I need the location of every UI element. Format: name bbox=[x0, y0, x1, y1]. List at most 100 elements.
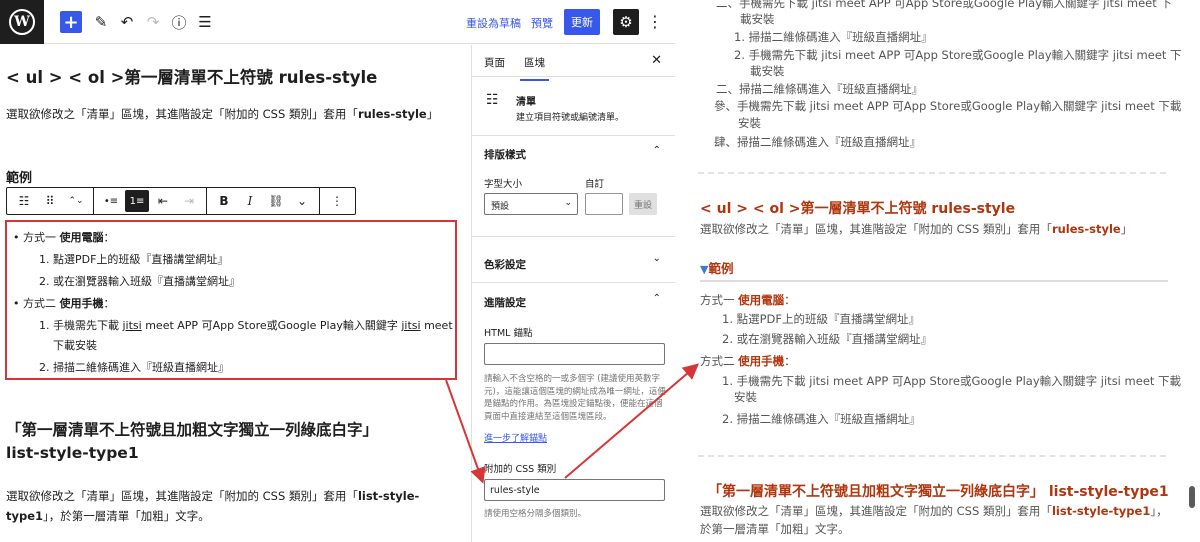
paragraph-bold-text: rules-style bbox=[357, 107, 427, 121]
preview-text: ： bbox=[784, 293, 796, 307]
html-anchor-label: HTML 錨點 bbox=[484, 328, 533, 339]
spoiler-underline bbox=[700, 280, 1168, 282]
list-item-colon: ： bbox=[103, 231, 115, 244]
undo-icon[interactable]: ↶ bbox=[116, 11, 138, 33]
tab-block[interactable]: 區塊 bbox=[520, 55, 549, 81]
list-item-text: meet bbox=[420, 319, 453, 332]
preview-highlight: rules-style bbox=[1051, 222, 1121, 236]
pen-icon[interactable]: ✎ bbox=[90, 11, 112, 33]
preview-scrollbar[interactable] bbox=[1189, 486, 1195, 508]
preview-paragraph-text: 於第一層清單「加粗」文字。 bbox=[700, 522, 850, 536]
drag-handle-icon[interactable]: ⠿ bbox=[38, 190, 62, 212]
list-item-text: meet APP 可App Store或Google Play輸入關鍵字 bbox=[141, 319, 402, 332]
list-item-bold: 使用電腦 bbox=[59, 231, 104, 244]
chevron-down-icon[interactable]: ⌄ bbox=[653, 253, 661, 264]
css-class-input[interactable]: rules-style bbox=[484, 479, 665, 501]
preview-paragraph-text: 選取欲修改之「清單」區塊，其進階設定「附加的 CSS 類別」套用「 bbox=[700, 222, 1052, 236]
preview-list-item: 方式二 使用手機： bbox=[700, 352, 796, 370]
list-item-text: • 方式二 bbox=[13, 297, 60, 310]
reset-font-size-button[interactable]: 重設 bbox=[629, 193, 657, 215]
preview-paragraph-end: 」 bbox=[1120, 222, 1133, 236]
paragraph-bold-text: list-style- bbox=[357, 489, 420, 503]
add-block-button[interactable]: + bbox=[60, 11, 82, 33]
preview-list-item: 參、手機需先下載 jitsi meet APP 可App Store或Googl… bbox=[714, 99, 1182, 113]
css-class-help: 請使用空格分隔多個類別。 bbox=[484, 509, 587, 519]
frontend-preview: 二、手機需先下載 jitsi meet APP 可App Store或Googl… bbox=[676, 0, 1200, 542]
list-block-icon[interactable]: ☷ bbox=[12, 190, 36, 212]
editor-canvas: < ul > < ol >第一層清單不上符號 rules-style 選取欲修改… bbox=[0, 45, 470, 542]
options-more-icon[interactable]: ⋮ bbox=[647, 12, 663, 31]
sidebar-tabs: 頁面 區塊 ✕ bbox=[472, 45, 675, 81]
advanced-panel-toggle[interactable]: 進階設定 bbox=[484, 295, 526, 310]
heading-list-style-type1-line2[interactable]: list-style-type1 bbox=[6, 444, 139, 462]
block-toolbar-group-list: •≡ 1≡ ⇤ ⇥ bbox=[94, 188, 207, 214]
custom-font-size-input[interactable] bbox=[585, 193, 623, 215]
preview-spoiler-toggle[interactable]: ▼範例 bbox=[700, 258, 733, 277]
preview-list-item: 安裝 bbox=[734, 390, 757, 404]
typography-panel-toggle[interactable]: 排版樣式 bbox=[484, 147, 526, 162]
unordered-list-icon[interactable]: •≡ bbox=[99, 190, 123, 212]
custom-size-label: 自訂 bbox=[585, 179, 605, 190]
list-item[interactable]: 1. 點選PDF上的班級『直播講堂網址』 bbox=[39, 250, 228, 270]
chevron-down-icon: ⌄ bbox=[564, 198, 572, 208]
preview-list-item: 2. 掃描二維條碼進入『班級直播網址』 bbox=[722, 412, 921, 426]
list-view-icon[interactable]: ☰ bbox=[194, 11, 216, 33]
bold-button[interactable]: B bbox=[212, 190, 236, 212]
wordpress-logo-button[interactable]: W bbox=[0, 0, 44, 44]
editor-top-bar: W + ✎ ↶ ↷ ⓘ ☰ 重設為草稿 預覽 更新 ⚙ ⋮ bbox=[0, 0, 675, 44]
block-options-icon[interactable]: ⋮ bbox=[325, 190, 349, 212]
italic-button[interactable]: I bbox=[238, 190, 262, 212]
chevron-up-icon[interactable]: ⌃ bbox=[653, 293, 661, 304]
chevron-up-icon[interactable]: ⌃ bbox=[653, 145, 661, 156]
block-toolbar-group-options: ⋮ bbox=[320, 188, 354, 214]
selected-list-block[interactable]: • 方式一 使用電腦： 1. 點選PDF上的班級『直播講堂網址』 2. 或在瀏覽… bbox=[5, 220, 457, 380]
redo-icon[interactable]: ↷ bbox=[142, 11, 164, 33]
html-anchor-help: 請輸入不含空格的一或多個字 (建議使用英數字元)，這能讓這個區塊的網址成為唯一網… bbox=[484, 374, 666, 422]
paragraph-list-style-type1[interactable]: 選取欲修改之「清單」區塊，其進階設定「附加的 CSS 類別」套用「list-st… bbox=[6, 486, 419, 526]
paragraph-text: 選取欲修改之「清單」區塊，其進階設定「附加的 CSS 類別」套用「 bbox=[6, 107, 358, 121]
list-item-bold: 使用手機 bbox=[59, 297, 104, 310]
preview-text: 方式二 bbox=[700, 354, 739, 368]
info-icon[interactable]: ⓘ bbox=[168, 11, 190, 33]
paragraph-text-end: 」 bbox=[426, 107, 439, 121]
list-item[interactable]: 2. 掃描二維條碼進入『班級直播網址』 bbox=[39, 358, 229, 378]
learn-more-anchors-link[interactable]: 進一步了解錨點 bbox=[484, 431, 547, 444]
paragraph-text: 選取欲修改之「清單」區塊，其進階設定「附加的 CSS 類別」套用「 bbox=[6, 489, 358, 503]
list-item-text: 1. 手機需先下載 bbox=[39, 319, 123, 332]
example-heading[interactable]: 範例 bbox=[6, 167, 32, 186]
switch-to-draft-button[interactable]: 重設為草稿 bbox=[466, 15, 521, 31]
settings-gear-icon[interactable]: ⚙ bbox=[613, 9, 639, 35]
close-icon[interactable]: ✕ bbox=[651, 53, 662, 68]
font-size-select[interactable]: 預設 ⌄ bbox=[484, 193, 578, 215]
ordered-list-icon[interactable]: 1≡ bbox=[125, 190, 149, 212]
preview-list-item: 1. 手機需先下載 jitsi meet APP 可App Store或Goog… bbox=[722, 374, 1182, 388]
settings-sidebar: 頁面 區塊 ✕ ☷ 清單 建立項目符號或編號清單。 排版樣式 ⌃ 字型大小 自訂… bbox=[471, 45, 675, 542]
more-formats-chevron-icon[interactable]: ⌄ bbox=[290, 190, 314, 212]
block-toolbar-group-format: B I ⛓ ⌄ bbox=[207, 188, 320, 214]
color-panel-toggle[interactable]: 色彩設定 bbox=[484, 257, 526, 272]
preview-list-item: 二、掃描二維條碼進入『班級直播網址』 bbox=[716, 82, 923, 96]
preview-highlight: 使用手機 bbox=[738, 354, 785, 368]
move-up-down-icon[interactable]: ⌃⌄ bbox=[64, 190, 88, 212]
list-item[interactable]: • 方式二 使用手機： bbox=[13, 294, 114, 314]
heading-rules-style[interactable]: < ul > < ol >第一層清單不上符號 rules-style bbox=[6, 64, 377, 88]
preview-heading: 「第一層清單不上符號且加粗文字獨立一列綠底白字」 list-style-type… bbox=[708, 484, 1169, 500]
link-icon[interactable]: ⛓ bbox=[264, 190, 288, 212]
preview-button[interactable]: 預覽 bbox=[531, 15, 553, 31]
list-item[interactable]: 2. 或在瀏覽器輸入班級『直播講堂網址』 bbox=[39, 272, 240, 292]
outdent-icon[interactable]: ⇤ bbox=[151, 190, 175, 212]
preview-separator bbox=[698, 455, 1166, 457]
spellcheck-word: jitsi bbox=[122, 319, 142, 332]
list-item[interactable]: 1. 手機需先下載 jitsi meet APP 可App Store或Goog… bbox=[39, 316, 453, 336]
preview-list-item: 方式一 使用電腦： bbox=[700, 291, 796, 309]
font-size-label: 字型大小 bbox=[484, 179, 523, 190]
tab-page[interactable]: 頁面 bbox=[484, 55, 505, 70]
heading-list-style-type1-line1[interactable]: 「第一層清單不上符號且加粗文字獨立一列綠底白字」 bbox=[6, 418, 378, 440]
paragraph-rules-style[interactable]: 選取欲修改之「清單」區塊，其進階設定「附加的 CSS 類別」套用「rules-s… bbox=[6, 104, 438, 124]
preview-highlight: list-style-type1 bbox=[1051, 504, 1151, 518]
indent-icon[interactable]: ⇥ bbox=[177, 190, 201, 212]
html-anchor-input[interactable] bbox=[484, 343, 665, 365]
list-item[interactable]: • 方式一 使用電腦： bbox=[13, 228, 114, 248]
block-card: ☷ 清單 建立項目符號或編號清單。 bbox=[472, 78, 675, 136]
update-button[interactable]: 更新 bbox=[564, 9, 600, 35]
